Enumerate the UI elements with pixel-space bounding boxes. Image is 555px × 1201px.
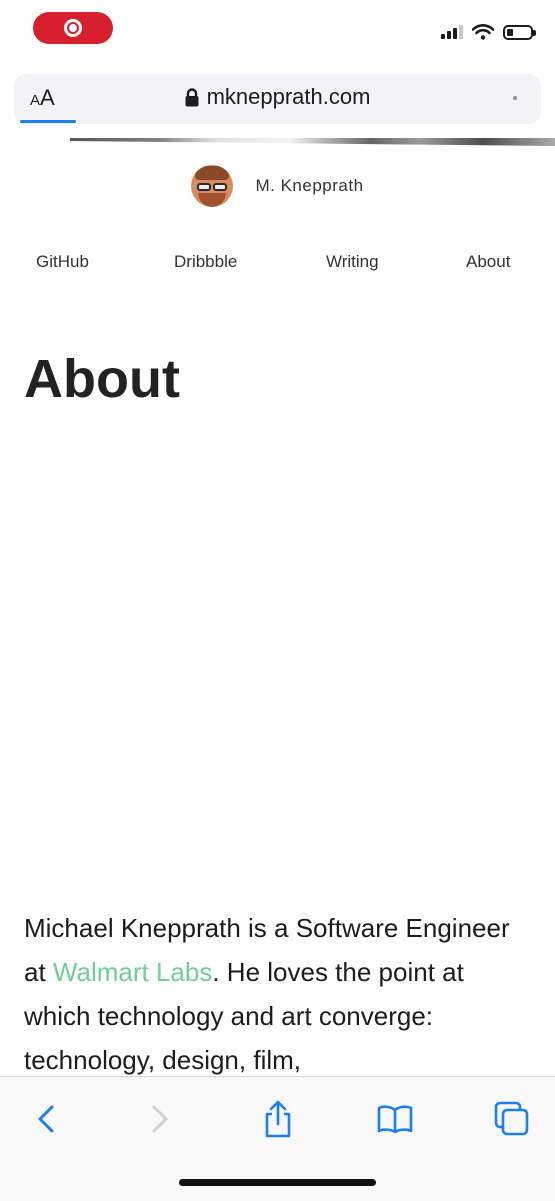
screen-recording-indicator[interactable] xyxy=(33,12,113,44)
back-button[interactable] xyxy=(26,1099,66,1139)
nav-about[interactable]: About xyxy=(466,252,510,272)
url-display[interactable]: mknepprath.com xyxy=(14,84,541,110)
site-header: M. Knepprath xyxy=(0,160,555,212)
site-owner-name[interactable]: M. Knepprath xyxy=(255,176,363,196)
record-icon xyxy=(64,19,82,37)
page-title: About xyxy=(24,349,180,409)
nav-github[interactable]: GitHub xyxy=(36,252,89,272)
chevron-right-icon xyxy=(152,1105,168,1133)
status-icons xyxy=(441,24,536,40)
site-nav: GitHub Dribbble Writing About xyxy=(0,252,555,276)
tabs-button[interactable] xyxy=(492,1099,532,1139)
text-size-underline xyxy=(20,120,76,123)
avatar[interactable] xyxy=(191,165,234,207)
walmart-labs-link[interactable]: Walmart Labs xyxy=(53,957,212,987)
battery-icon xyxy=(503,24,536,40)
nav-dribbble[interactable]: Dribbble xyxy=(174,252,237,272)
bookmarks-button[interactable] xyxy=(375,1099,415,1139)
url-text: mknepprath.com xyxy=(206,84,371,109)
forward-button[interactable] xyxy=(140,1099,180,1139)
tabs-icon xyxy=(494,1101,529,1136)
wifi-icon xyxy=(472,24,494,40)
signal-icon xyxy=(441,25,463,39)
share-button[interactable] xyxy=(258,1099,298,1139)
lock-icon xyxy=(185,87,199,106)
nav-writing[interactable]: Writing xyxy=(326,252,379,272)
address-bar[interactable]: AA mknepprath.com xyxy=(14,74,541,124)
reload-icon[interactable] xyxy=(513,96,517,100)
status-bar xyxy=(0,0,555,62)
bio-paragraph: Michael Knepprath is a Software Engineer… xyxy=(24,906,534,1082)
book-icon xyxy=(377,1105,413,1134)
home-indicator[interactable] xyxy=(179,1179,376,1186)
banner-image xyxy=(70,138,555,146)
chevron-left-icon xyxy=(38,1105,54,1133)
share-icon xyxy=(265,1100,291,1138)
